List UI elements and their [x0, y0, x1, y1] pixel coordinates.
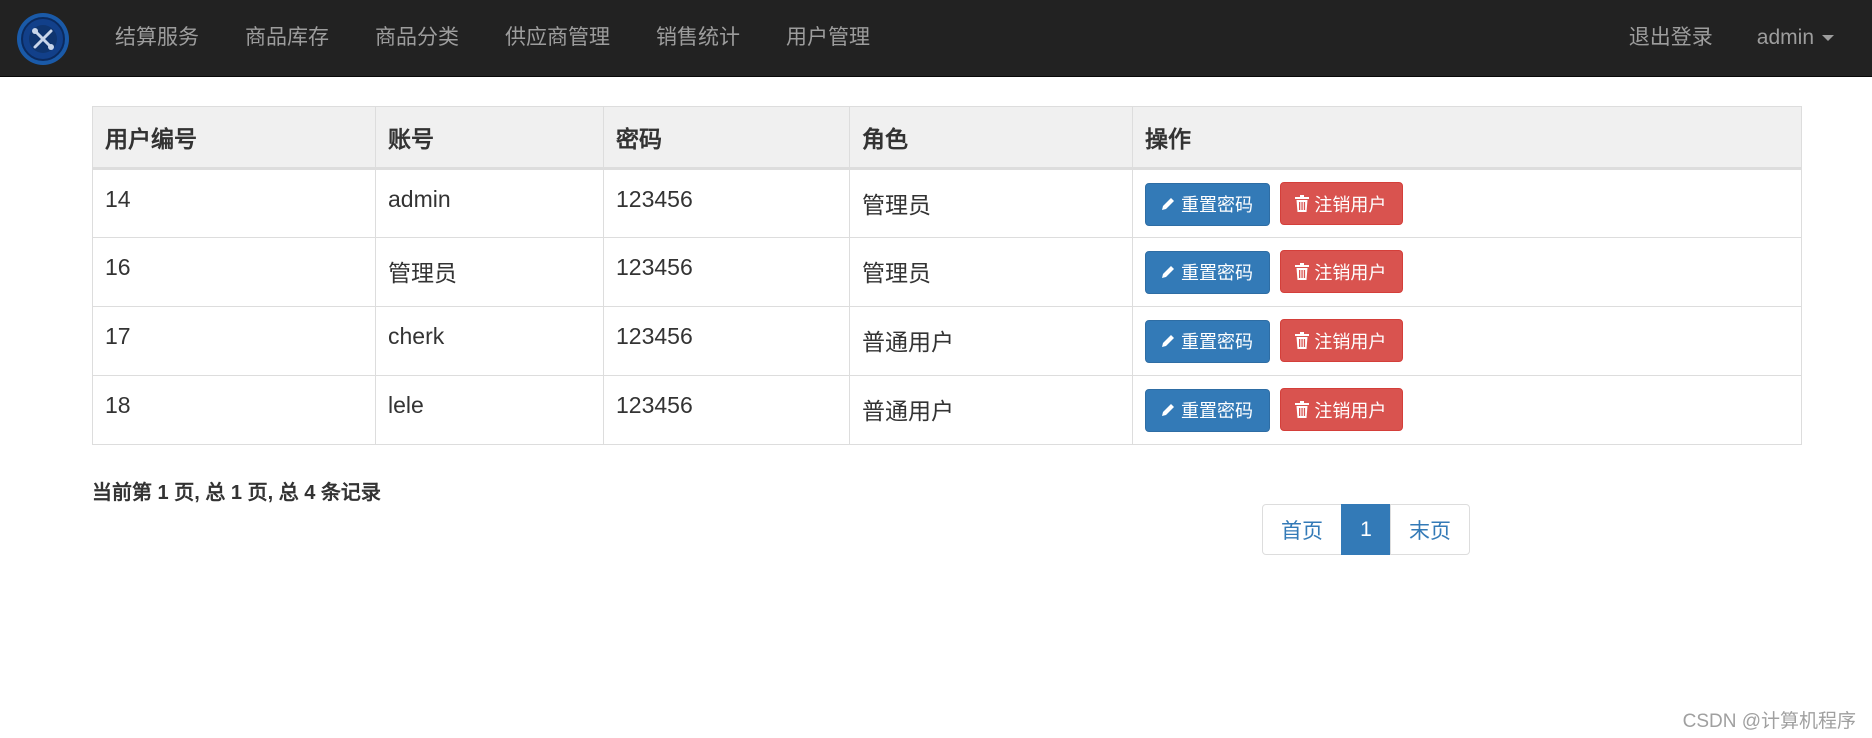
top-navbar: 结算服务 商品库存 商品分类 供应商管理 销售统计 用户管理 退出登录 admi…	[0, 0, 1872, 77]
delete-user-button[interactable]: 注销用户	[1280, 250, 1404, 293]
table-header-row: 用户编号 账号 密码 角色 操作	[92, 106, 1802, 170]
cell-account: 管理员	[375, 237, 604, 307]
reset-password-button[interactable]: 重置密码	[1145, 388, 1270, 432]
user-dropdown-label: admin	[1756, 26, 1814, 49]
pencil-icon	[1162, 404, 1174, 416]
reset-password-button[interactable]: 重置密码	[1145, 250, 1270, 294]
user-dropdown[interactable]: admin	[1735, 0, 1856, 76]
cell-account: lele	[375, 375, 604, 445]
current-page-link[interactable]: 1	[1341, 504, 1391, 555]
logout-link[interactable]: 退出登录	[1607, 0, 1735, 76]
column-header-account: 账号	[375, 106, 604, 170]
table-row: 17 cherk 123456 普通用户 重置密码 注销用户	[92, 306, 1802, 376]
delete-user-label: 注销用户	[1314, 194, 1387, 215]
table-row: 18 lele 123456 普通用户 重置密码 注销用户	[92, 375, 1802, 445]
delete-user-button[interactable]: 注销用户	[1280, 319, 1404, 362]
nav-item-checkout[interactable]: 结算服务	[92, 0, 222, 76]
reset-password-button[interactable]: 重置密码	[1145, 182, 1270, 226]
reset-password-label: 重置密码	[1181, 332, 1253, 352]
cell-role: 管理员	[849, 237, 1133, 307]
delete-user-label: 注销用户	[1314, 262, 1387, 283]
column-header-actions: 操作	[1132, 106, 1802, 170]
delete-user-label: 注销用户	[1314, 331, 1387, 352]
cell-user-id: 16	[92, 237, 376, 307]
pencil-icon	[1162, 335, 1174, 347]
user-nav: 退出登录 admin	[1607, 0, 1856, 76]
main-nav: 结算服务 商品库存 商品分类 供应商管理 销售统计 用户管理	[92, 0, 893, 76]
pencil-icon	[1162, 198, 1174, 210]
cell-password: 123456	[603, 168, 850, 238]
pagination: 首页 1 末页	[1262, 504, 1470, 555]
cell-role: 普通用户	[849, 306, 1133, 376]
cell-password: 123456	[603, 306, 850, 376]
last-page-link[interactable]: 末页	[1390, 504, 1470, 555]
cell-actions: 重置密码 注销用户	[1132, 375, 1802, 445]
cell-user-id: 14	[92, 168, 376, 238]
trash-icon	[1295, 263, 1310, 280]
nav-item-user-management[interactable]: 用户管理	[763, 0, 893, 76]
reset-password-label: 重置密码	[1181, 195, 1253, 215]
pencil-icon	[1162, 266, 1174, 278]
column-header-password: 密码	[603, 106, 850, 170]
trash-icon	[1295, 332, 1310, 349]
user-table-container: 用户编号 账号 密码 角色 操作 14 admin 123456 管理员 重置密…	[92, 106, 1802, 445]
trash-icon	[1295, 195, 1310, 212]
nav-item-inventory[interactable]: 商品库存	[222, 0, 352, 76]
reset-password-label: 重置密码	[1181, 401, 1253, 421]
cell-user-id: 18	[92, 375, 376, 445]
trash-icon	[1295, 401, 1310, 418]
cell-role: 管理员	[849, 168, 1133, 238]
delete-user-button[interactable]: 注销用户	[1280, 388, 1404, 431]
column-header-role: 角色	[849, 106, 1133, 170]
nav-item-categories[interactable]: 商品分类	[352, 0, 482, 76]
column-header-user-id: 用户编号	[92, 106, 376, 170]
user-table: 用户编号 账号 密码 角色 操作 14 admin 123456 管理员 重置密…	[92, 106, 1802, 445]
first-page-link[interactable]: 首页	[1262, 504, 1342, 555]
delete-user-button[interactable]: 注销用户	[1280, 182, 1404, 225]
watermark: CSDN @计算机程序	[1682, 711, 1856, 732]
table-row: 14 admin 123456 管理员 重置密码 注销用户	[92, 168, 1802, 238]
cell-role: 普通用户	[849, 375, 1133, 445]
logo-icon[interactable]	[16, 12, 70, 66]
delete-user-label: 注销用户	[1314, 400, 1387, 421]
chevron-down-icon	[1822, 35, 1834, 42]
cell-actions: 重置密码 注销用户	[1132, 237, 1802, 307]
pagination-info: 当前第 1 页, 总 1 页, 总 4 条记录	[92, 482, 381, 504]
cell-password: 123456	[603, 375, 850, 445]
nav-item-suppliers[interactable]: 供应商管理	[482, 0, 633, 76]
cell-account: cherk	[375, 306, 604, 376]
reset-password-button[interactable]: 重置密码	[1145, 319, 1270, 363]
cell-password: 123456	[603, 237, 850, 307]
cell-account: admin	[375, 168, 604, 238]
nav-item-sales-stats[interactable]: 销售统计	[633, 0, 763, 76]
reset-password-label: 重置密码	[1181, 263, 1253, 283]
cell-user-id: 17	[92, 306, 376, 376]
cell-actions: 重置密码 注销用户	[1132, 306, 1802, 376]
cell-actions: 重置密码 注销用户	[1132, 168, 1802, 238]
table-row: 16 管理员 123456 管理员 重置密码 注销用户	[92, 237, 1802, 307]
